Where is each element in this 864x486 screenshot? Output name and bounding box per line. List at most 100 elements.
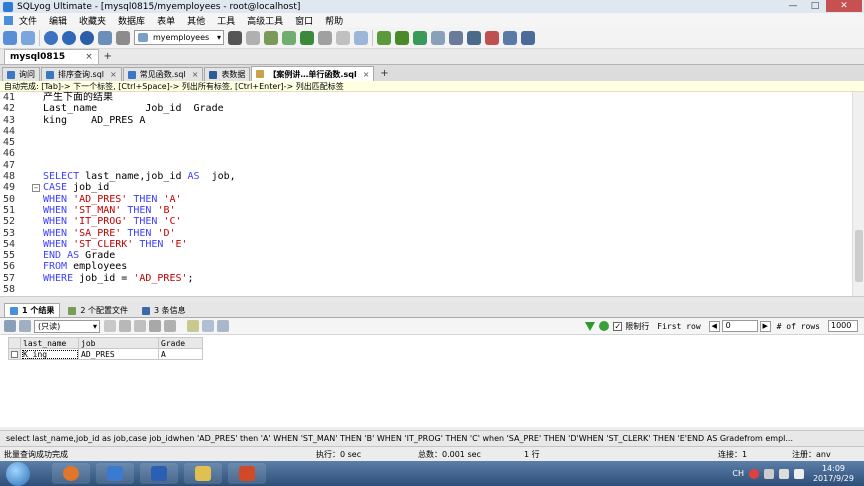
- input-language[interactable]: CH: [732, 469, 744, 478]
- backup-icon[interactable]: [300, 30, 314, 45]
- sync-icon[interactable]: [354, 30, 368, 45]
- code-line[interactable]: 49 − CASE job_id: [0, 182, 852, 193]
- code-line[interactable]: 56 FROM employees: [0, 261, 852, 272]
- insert-row-icon[interactable]: [104, 320, 116, 332]
- taskbar-app-explorer[interactable]: [184, 463, 222, 484]
- scrollbar-thumb[interactable]: [855, 230, 863, 282]
- menu-tools[interactable]: 工具: [217, 14, 235, 27]
- rows-count-input[interactable]: 1000: [828, 320, 858, 332]
- table-cell[interactable]: AD_PRES: [78, 348, 159, 360]
- tab-messages[interactable]: 3 条信息: [136, 303, 192, 317]
- menu-favorites[interactable]: 收藏夹: [79, 14, 106, 27]
- sql-editor[interactable]: 41 产生下面的结果 42 Last_name Job_id Grade 43 king …: [0, 92, 852, 296]
- refresh-icon[interactable]: [599, 321, 610, 331]
- taskbar-app-sqlyog[interactable]: [96, 463, 134, 484]
- menu-database[interactable]: 数据库: [118, 14, 145, 27]
- first-row-input[interactable]: 0: [721, 320, 758, 332]
- tab-single-row-functions[interactable]: 【案例讲…单行函数.sql ×: [251, 66, 375, 81]
- execute-query-icon[interactable]: [44, 30, 58, 45]
- settings-icon[interactable]: [521, 30, 535, 45]
- code-line[interactable]: 53 WHEN 'SA_PRE' THEN 'D': [0, 228, 852, 239]
- tab-sort-query[interactable]: 排序查询.sql ×: [41, 67, 122, 81]
- copy-db-icon[interactable]: [282, 30, 296, 45]
- text-mode-icon[interactable]: [217, 320, 229, 332]
- tab-query[interactable]: 询问: [2, 67, 40, 81]
- sogou-icon[interactable]: [748, 468, 759, 479]
- code-line[interactable]: 58: [0, 284, 852, 295]
- query-builder-icon[interactable]: [377, 30, 391, 45]
- notification-icon[interactable]: [485, 30, 499, 45]
- data-sync-icon[interactable]: [413, 30, 427, 45]
- filter-icon[interactable]: [585, 321, 596, 331]
- prev-page-button[interactable]: ◀: [708, 320, 720, 332]
- table-icon[interactable]: [246, 30, 260, 45]
- monitor-icon[interactable]: [467, 30, 481, 45]
- taskbar-app-word[interactable]: [140, 463, 178, 484]
- minimize-button[interactable]: —: [782, 0, 804, 12]
- taskbar-app-powerpoint[interactable]: [228, 463, 266, 484]
- limit-rows-checkbox[interactable]: ✓: [613, 321, 623, 331]
- tab-table-data[interactable]: 表数据: [204, 67, 251, 81]
- code-line[interactable]: 57 WHERE job_id = 'AD_PRES';: [0, 273, 852, 284]
- form-mode-icon[interactable]: [202, 320, 214, 332]
- menu-help[interactable]: 帮助: [325, 14, 343, 27]
- code-line[interactable]: 42 Last_name Job_id Grade: [0, 103, 852, 114]
- close-button[interactable]: ✕: [826, 0, 862, 12]
- column-header[interactable]: job: [78, 337, 159, 349]
- menu-file[interactable]: 文件: [19, 14, 37, 27]
- table-cell[interactable]: A: [158, 348, 203, 360]
- flag-icon[interactable]: [763, 468, 774, 479]
- grid-icon[interactable]: [503, 30, 517, 45]
- network-icon[interactable]: [778, 468, 789, 479]
- grid-view-icon[interactable]: [4, 320, 16, 332]
- import-icon[interactable]: [318, 30, 332, 45]
- delete-icon[interactable]: [149, 320, 161, 332]
- code-line[interactable]: 47: [0, 160, 852, 171]
- taskbar-app-firefox[interactable]: [52, 463, 90, 484]
- code-line[interactable]: 41 产生下面的结果: [0, 92, 852, 103]
- code-line[interactable]: 45: [0, 137, 852, 148]
- close-icon[interactable]: ×: [110, 68, 117, 81]
- stop-icon[interactable]: [80, 30, 94, 45]
- fold-toggle-icon[interactable]: −: [32, 184, 40, 193]
- connect-icon[interactable]: [21, 30, 35, 45]
- row-checkbox[interactable]: [8, 348, 21, 360]
- schema-designer-icon[interactable]: [395, 30, 409, 45]
- next-page-button[interactable]: ▶: [759, 320, 771, 332]
- table-cell[interactable]: K_ing: [20, 348, 79, 360]
- new-connection-icon[interactable]: [3, 30, 17, 45]
- code-line[interactable]: 55 END AS Grade: [0, 250, 852, 261]
- scheduler-icon[interactable]: [431, 30, 445, 45]
- menu-edit[interactable]: 编辑: [49, 14, 67, 27]
- read-only-select[interactable]: (只读): [34, 319, 100, 333]
- schema-icon[interactable]: [264, 30, 278, 45]
- code-line[interactable]: 54 WHEN 'ST_CLERK' THEN 'E': [0, 239, 852, 250]
- profiler-icon[interactable]: [449, 30, 463, 45]
- close-icon[interactable]: ×: [363, 68, 370, 81]
- tab-profile[interactable]: 2 个配置文件: [62, 303, 134, 317]
- save-icon[interactable]: [134, 320, 146, 332]
- duplicate-row-icon[interactable]: [119, 320, 131, 332]
- menu-window[interactable]: 窗口: [295, 14, 313, 27]
- code-line[interactable]: 44: [0, 126, 852, 137]
- database-icon[interactable]: [116, 30, 130, 45]
- editor-scrollbar[interactable]: [852, 92, 864, 296]
- menu-other[interactable]: 其他: [187, 14, 205, 27]
- code-line[interactable]: 51 WHEN 'ST_MAN' THEN 'B': [0, 205, 852, 216]
- add-tab-icon[interactable]: +: [378, 68, 390, 80]
- add-connection-icon[interactable]: +: [102, 51, 114, 63]
- code-line[interactable]: 52 WHEN 'IT_PROG' THEN 'C': [0, 216, 852, 227]
- close-icon[interactable]: ×: [85, 50, 93, 64]
- tab-results[interactable]: 1 个结果: [4, 303, 61, 317]
- menu-table[interactable]: 表单: [157, 14, 175, 27]
- column-header[interactable]: Grade: [158, 337, 203, 349]
- clock[interactable]: 14:09 2017/9/29: [813, 464, 854, 484]
- code-line[interactable]: 43 king AD_PRES A: [0, 115, 852, 126]
- connection-tab[interactable]: mysql0815 ×: [4, 49, 99, 64]
- code-line[interactable]: 46: [0, 148, 852, 159]
- grid-mode-icon[interactable]: [187, 320, 199, 332]
- cancel-icon[interactable]: [164, 320, 176, 332]
- select-all-cell[interactable]: [8, 337, 21, 349]
- code-line[interactable]: 48 SELECT last_name,job_id AS job,: [0, 171, 852, 182]
- database-select[interactable]: myemployees: [134, 30, 224, 45]
